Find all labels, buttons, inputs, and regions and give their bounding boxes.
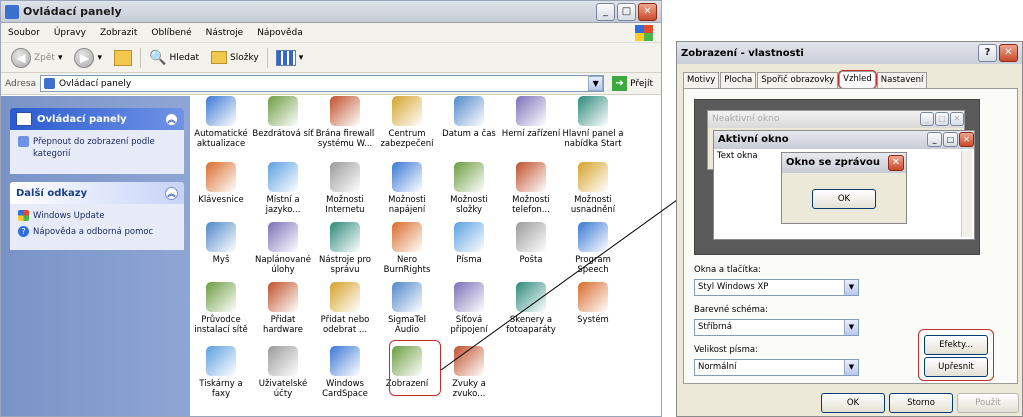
dialog-title-bar: Zobrazení - vlastnosti ? ✕: [677, 42, 1022, 64]
appearance-preview: Neaktivní okno _ □ ✕ Aktivní okno _ □ ✕: [694, 99, 980, 255]
inactive-maximize-icon: □: [935, 112, 949, 126]
font-size-select[interactable]: Normální ▼: [694, 359, 859, 376]
message-box-title: Okno se zprávou: [786, 157, 881, 168]
active-minimize-icon: _: [927, 132, 942, 147]
dialog-close-button[interactable]: ✕: [999, 44, 1018, 62]
tab-vzhled[interactable]: Vzhled: [838, 70, 877, 89]
message-box-preview: Okno se zprávou ✕ OK: [781, 152, 907, 224]
color-scheme-select[interactable]: Stříbrná ▼: [694, 319, 859, 336]
chevron-down-icon: ▼: [844, 360, 858, 375]
preview-ok-button: OK: [812, 189, 876, 209]
tab-nastaveni[interactable]: Nastavení: [876, 72, 928, 88]
active-maximize-icon: □: [943, 132, 958, 147]
help-button[interactable]: ?: [978, 44, 997, 62]
tab-motivy[interactable]: Motivy: [683, 72, 720, 88]
color-scheme-label: Barevné schéma:: [694, 305, 768, 315]
apply-button[interactable]: Použít: [957, 393, 1019, 413]
effects-button[interactable]: Efekty...: [924, 335, 988, 355]
cancel-button[interactable]: Storno: [889, 393, 953, 413]
dialog-title: Zobrazení - vlastnosti: [681, 47, 804, 59]
tab-sporic[interactable]: Spořič obrazovky: [757, 72, 839, 88]
preview-scrollbar: [961, 151, 972, 237]
chevron-down-icon: ▼: [844, 280, 858, 295]
ok-button[interactable]: OK: [821, 393, 885, 413]
font-size-label: Velikost písma:: [694, 345, 758, 355]
inactive-window-title: Neaktivní okno: [712, 114, 780, 124]
tab-plocha[interactable]: Plocha: [720, 72, 757, 88]
active-close-icon: ✕: [959, 132, 974, 147]
active-window-title: Aktivní okno: [718, 134, 789, 145]
chevron-down-icon: ▼: [844, 320, 858, 335]
inactive-close-icon: ✕: [950, 112, 964, 126]
windows-buttons-label: Okna a tlačítka:: [694, 265, 761, 275]
tab-strip: Motivy Plocha Spořič obrazovky Vzhled Na…: [683, 70, 928, 89]
message-close-icon: ✕: [888, 155, 904, 171]
inactive-minimize-icon: _: [920, 112, 934, 126]
windows-buttons-select[interactable]: Styl Windows XP ▼: [694, 279, 859, 296]
appearance-tab-panel: Neaktivní okno _ □ ✕ Aktivní okno _ □ ✕: [683, 88, 1018, 384]
advanced-button[interactable]: Upřesnit: [924, 357, 988, 377]
display-properties-dialog: Zobrazení - vlastnosti ? ✕ Motivy Plocha…: [676, 41, 1023, 417]
